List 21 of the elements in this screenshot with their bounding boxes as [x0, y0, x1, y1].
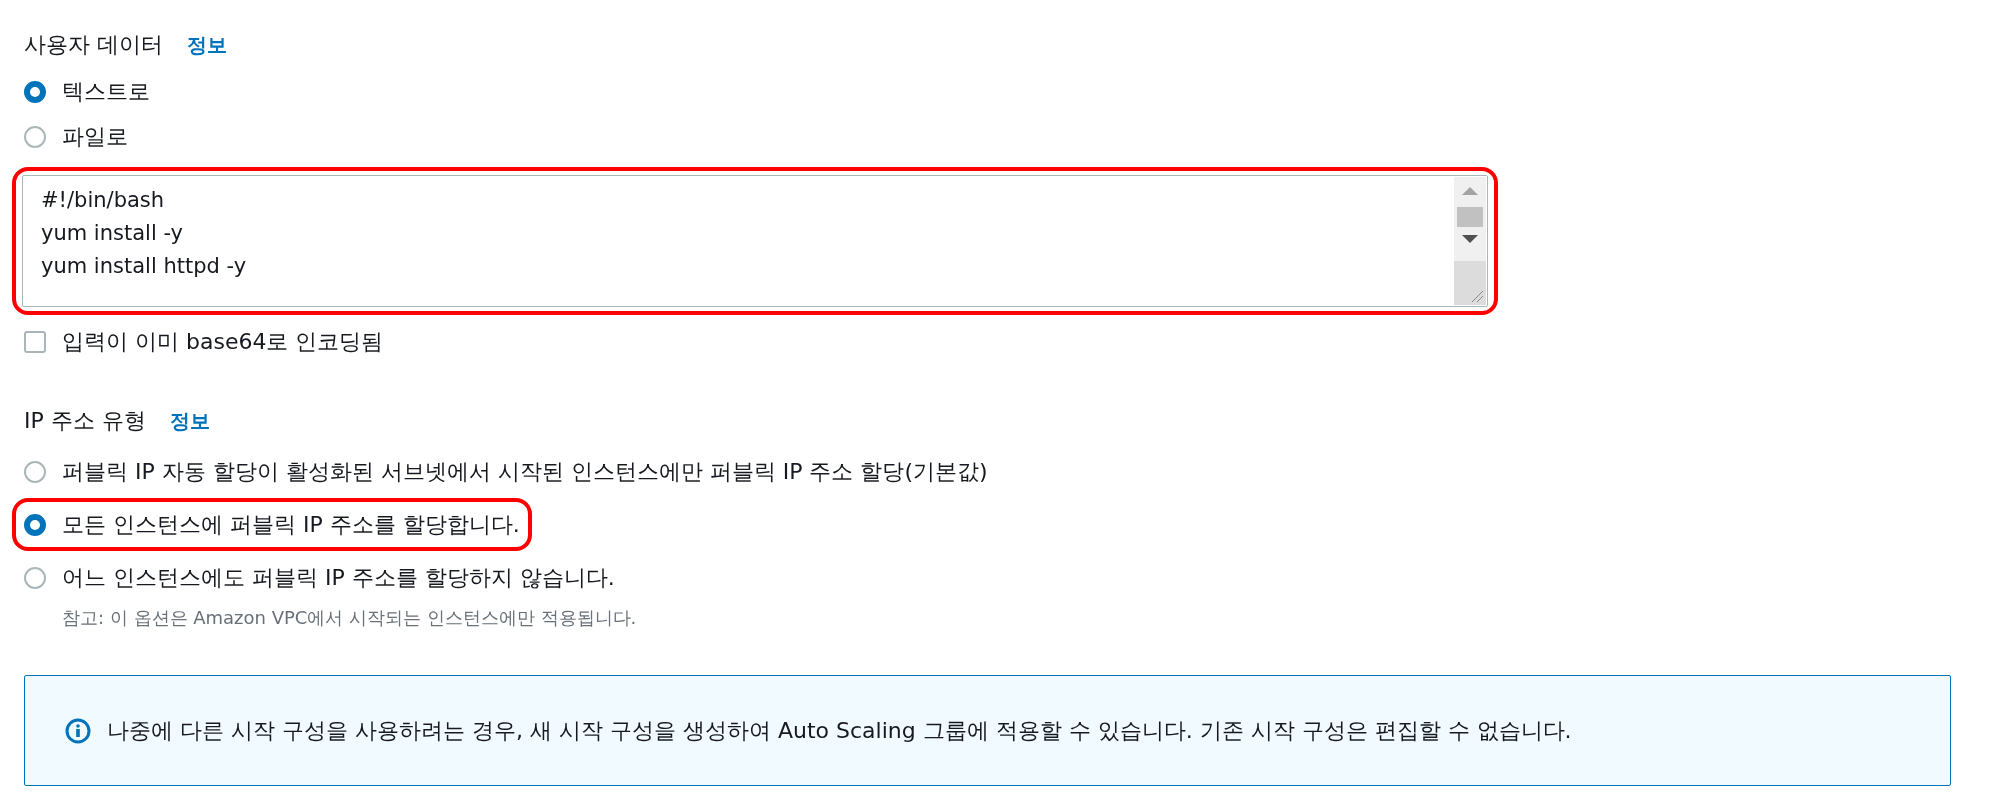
checkbox-label: 입력이 이미 base64로 인코딩됨 — [62, 328, 384, 356]
info-icon — [65, 717, 91, 744]
checkbox[interactable] — [24, 330, 46, 353]
section-label: 사용자 데이터 — [24, 31, 163, 59]
option-label: 퍼블릭 IP 자동 할당이 활성화된 서브넷에서 시작된 인스턴스에만 퍼블릭 IP 주소 할당(기본값) — [62, 458, 988, 486]
info-link[interactable]: 정보 — [187, 30, 227, 60]
radio-button[interactable] — [24, 80, 46, 103]
script-field[interactable]: #!/bin/bash yum install -y yum install httpd -y — [22, 175, 1488, 307]
note-text: 참고: 이 옵션은 Amazon VPC에서 시작되는 인스턴스에만 적용됩니다. — [61, 606, 638, 630]
option-label: 모든 인스턴스에 퍼블릭 IP 주소를 할당합니다. — [62, 511, 520, 539]
option-label: 텍스트로 — [62, 78, 150, 106]
option-label: 파일로 — [62, 123, 128, 151]
info-link[interactable]: 정보 — [169, 406, 210, 436]
radio-button[interactable] — [24, 460, 46, 483]
option-label: 어느 인스턴스에도 퍼블릭 IP 주소를 할당하지 않습니다. — [62, 564, 615, 592]
radio-button[interactable] — [24, 125, 46, 148]
scrollbar[interactable] — [1454, 177, 1486, 305]
alert-text: 나중에 다른 시작 구성을 사용하려는 경우, 새 시작 구성을 생성하여 Auto Scaling 그룹에 적용할 수 있습니다. 기존 시작 구성은 편집할 수 없습니다. — [107, 717, 1572, 745]
section-label: IP 주소 유형 — [24, 407, 146, 435]
radio-button[interactable] — [24, 566, 46, 589]
radio-button[interactable] — [24, 513, 46, 536]
